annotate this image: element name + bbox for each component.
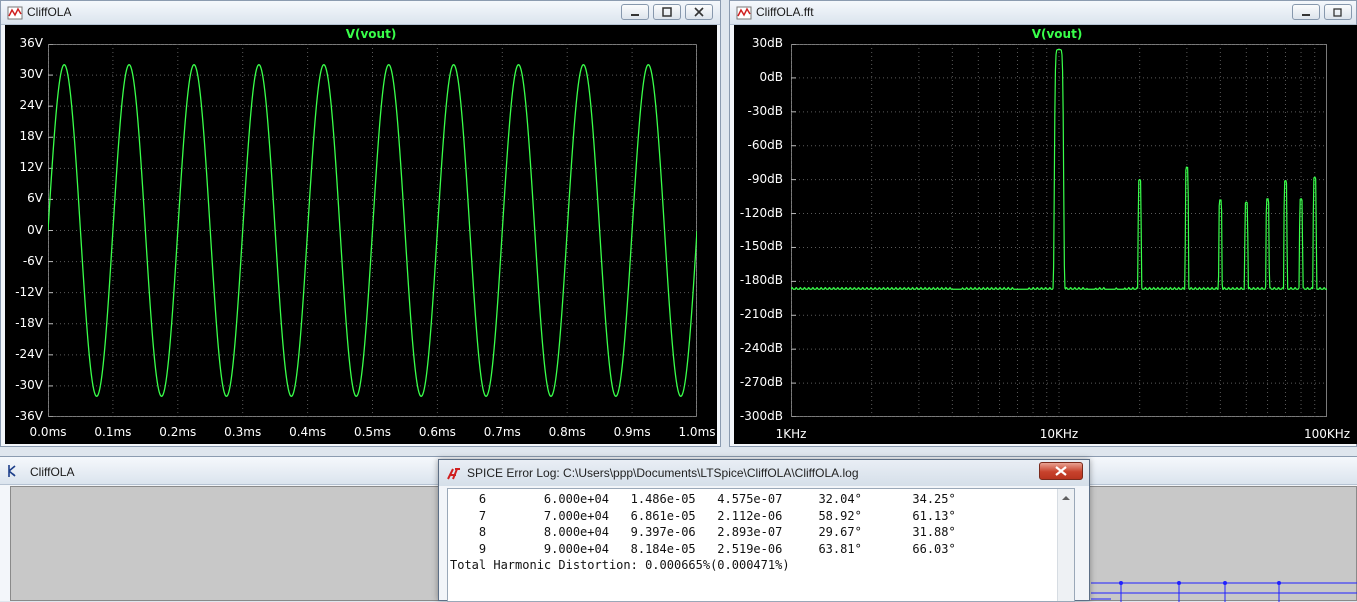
log-line: 8 8.000e+04 9.397e-06 2.893e-07 29.67° 3… xyxy=(478,525,956,539)
y-tick-label: -150dB xyxy=(739,239,783,254)
fft-titlebar[interactable]: CliffOLA.fft xyxy=(730,1,1356,25)
maximize-icon xyxy=(662,7,672,17)
x-tick-label: 0.4ms xyxy=(289,425,327,439)
y-tick-label: -30V xyxy=(15,377,43,392)
log-line: 6 6.000e+04 1.486e-05 4.575e-07 32.04° 3… xyxy=(478,492,956,506)
y-tick-label: -6V xyxy=(22,253,43,268)
transient-titlebar[interactable]: CliffOLA xyxy=(1,1,720,25)
minimize-icon xyxy=(631,14,639,16)
x-tick-label: 0.1ms xyxy=(94,425,132,439)
y-tick-label: -90dB xyxy=(747,171,783,186)
y-tick-label: 0V xyxy=(27,222,43,237)
x-tick-label: 0.7ms xyxy=(483,425,521,439)
error-log-title: SPICE Error Log: C:\Users\ppp\Documents\… xyxy=(467,466,859,480)
schematic-window-title: CliffOLA xyxy=(30,465,75,479)
error-log-text-area[interactable]: 6 6.000e+04 1.486e-05 4.575e-07 32.04° 3… xyxy=(447,488,1075,602)
transient-trace-label[interactable]: V(vout) xyxy=(346,27,397,41)
x-tick-label: 0.8ms xyxy=(548,425,586,439)
y-tick-label: -60dB xyxy=(747,137,783,152)
log-line: 9 9.000e+04 8.184e-05 2.519e-06 63.81° 6… xyxy=(478,541,956,556)
minimize-button[interactable] xyxy=(1292,4,1320,20)
y-tick-label: -30dB xyxy=(747,103,783,118)
x-tick-label: 1.0ms xyxy=(678,425,716,439)
restore-button[interactable] xyxy=(1324,4,1352,20)
y-tick-label: 30dB xyxy=(751,36,783,50)
waveform-icon xyxy=(736,6,752,20)
fft-window: CliffOLA.fft V(vout) 30dB 0dB -30dB -60dB -9… xyxy=(729,0,1357,447)
y-tick-label: 12V xyxy=(19,160,43,175)
x-tick-label: 10KHz xyxy=(1039,427,1079,441)
y-tick-label: 36V xyxy=(19,36,43,50)
restore-icon xyxy=(1333,8,1342,17)
x-tick-label: 0.2ms xyxy=(159,425,197,439)
transient-plot[interactable] xyxy=(48,44,697,417)
y-tick-label: -270dB xyxy=(739,375,783,390)
scroll-up-icon[interactable] xyxy=(1058,490,1074,504)
x-tick-label: 0.6ms xyxy=(418,425,456,439)
error-log-scrollbar[interactable] xyxy=(1057,489,1074,601)
x-tick-label: 0.0ms xyxy=(29,425,67,439)
minimize-icon xyxy=(1302,14,1310,16)
y-tick-label: 6V xyxy=(27,191,43,206)
transient-window-title: CliffOLA xyxy=(27,5,72,19)
x-tick-label: 0.3ms xyxy=(224,425,262,439)
x-tick-label: 0.9ms xyxy=(613,425,651,439)
log-line: Total Harmonic Distortion: 0.000665%(0.0… xyxy=(450,558,790,572)
y-tick-label: -240dB xyxy=(739,341,783,356)
y-tick-label: -12V xyxy=(15,284,43,299)
schematic-icon xyxy=(8,465,16,477)
error-log-content: 6 6.000e+04 1.486e-05 4.575e-07 32.04° 3… xyxy=(448,489,1074,574)
close-icon xyxy=(1055,466,1067,476)
fft-plot[interactable] xyxy=(791,44,1327,417)
y-tick-label: -210dB xyxy=(739,307,783,322)
close-button[interactable] xyxy=(685,4,713,20)
lt-logo-icon xyxy=(447,468,460,480)
fft-window-title: CliffOLA.fft xyxy=(756,5,814,19)
x-tick-label: 100KHz xyxy=(1303,427,1351,441)
close-icon xyxy=(694,7,704,17)
y-tick-label: -300dB xyxy=(739,409,783,423)
maximize-button[interactable] xyxy=(653,4,681,20)
y-tick-label: -36V xyxy=(15,409,43,423)
x-tick-label: 1KHz xyxy=(775,427,807,441)
y-tick-label: -18V xyxy=(15,315,43,330)
y-tick-label: -180dB xyxy=(739,273,783,288)
y-tick-label: 24V xyxy=(19,98,43,113)
fft-trace-label[interactable]: V(vout) xyxy=(1032,27,1083,41)
transient-window: CliffOLA V(vout) 36V 30V 24V 18V 12V 6V 0V -6V -… xyxy=(0,0,721,447)
y-tick-label: 30V xyxy=(19,67,43,82)
y-tick-label: -120dB xyxy=(739,205,783,220)
waveform-icon xyxy=(7,6,23,20)
x-tick-label: 0.5ms xyxy=(353,425,392,439)
error-log-titlebar[interactable]: SPICE Error Log: C:\Users\ppp\Documents\… xyxy=(439,460,1089,486)
y-tick-label: 0dB xyxy=(759,69,783,84)
close-button[interactable] xyxy=(1039,462,1083,480)
error-log-window: SPICE Error Log: C:\Users\ppp\Documents\… xyxy=(438,459,1090,602)
log-line: 7 7.000e+04 6.861e-05 2.112e-06 58.92° 6… xyxy=(478,508,956,523)
y-tick-label: 18V xyxy=(19,129,43,144)
y-tick-label: -24V xyxy=(15,346,43,361)
minimize-button[interactable] xyxy=(621,4,649,20)
